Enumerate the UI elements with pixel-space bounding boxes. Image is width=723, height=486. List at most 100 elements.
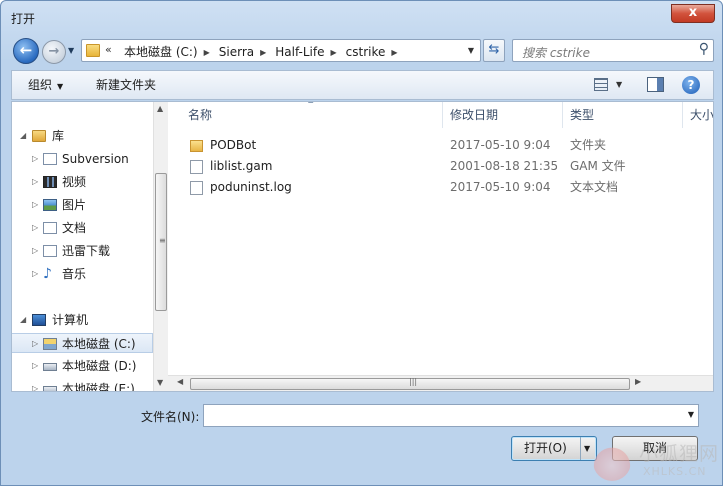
help-icon[interactable]: ?	[682, 76, 700, 94]
breadcrumb-item[interactable]: cstrike	[346, 45, 386, 59]
text-file-icon	[190, 181, 203, 195]
collapse-arrow-icon[interactable]: ▷	[32, 334, 38, 354]
view-options-icon[interactable]	[594, 78, 608, 91]
chevron-down-icon: ▼	[57, 82, 64, 91]
grip-icon: |||	[409, 377, 418, 386]
sidebar-item-label: 计算机	[52, 313, 89, 327]
sidebar-item-documents[interactable]: ▷ 文档	[12, 218, 153, 238]
drive-icon	[43, 386, 57, 391]
sort-ascending-icon: ▲	[308, 102, 313, 104]
sidebar-item-music[interactable]: ▷ ♪ 音乐	[12, 264, 153, 284]
collapse-arrow-icon[interactable]: ▷	[32, 172, 38, 192]
sidebar-item-computer[interactable]: ◢ 计算机	[12, 310, 153, 330]
sidebar-item-thunder-downloads[interactable]: ▷ 迅雷下载	[12, 241, 153, 261]
preview-pane-icon[interactable]	[647, 77, 664, 92]
column-divider[interactable]	[682, 102, 683, 128]
chevron-down-icon[interactable]: ▼	[584, 437, 590, 460]
folder-icon	[190, 140, 203, 152]
organize-button[interactable]: 组织 ▼	[20, 71, 71, 99]
horizontal-scrollbar[interactable]: ◀ ||| ▶	[168, 375, 713, 391]
file-row-podbot[interactable]: PODBot 2017-05-10 9:04 文件夹	[168, 135, 713, 156]
sidebar-item-drive-e[interactable]: ▷ 本地磁盘 (E:)	[12, 379, 153, 391]
chevron-down-icon[interactable]: ▼	[616, 80, 622, 89]
file-date: 2001-08-18 21:35	[450, 159, 559, 173]
sidebar-item-drive-c[interactable]: ▷ 本地磁盘 (C:)	[12, 333, 153, 353]
refresh-icon: ⇆	[488, 42, 500, 57]
collapse-arrow-icon[interactable]: ▷	[32, 264, 38, 284]
document-library-icon	[43, 153, 57, 165]
sidebar-item-pictures[interactable]: ▷ 图片	[12, 195, 153, 215]
address-bar[interactable]: « 本地磁盘 (C:) ▶ Sierra ▶ Half-Life ▶ cstrike ▶ ▼	[81, 39, 481, 62]
file-name: PODBot	[210, 138, 257, 152]
file-row-poduninst[interactable]: poduninst.log 2017-05-10 9:04 文本文档	[168, 177, 713, 198]
refresh-button[interactable]: ⇆	[483, 39, 505, 62]
title-bar[interactable]: 打开 x	[1, 1, 722, 31]
breadcrumb-overflow[interactable]: «	[105, 43, 112, 56]
search-input[interactable]: 搜索 cstrike ⚲	[512, 39, 714, 62]
collapse-arrow-icon[interactable]: ▷	[32, 195, 38, 215]
scroll-left-icon[interactable]: ◀	[177, 377, 183, 386]
document-icon	[43, 222, 57, 234]
chevron-down-icon[interactable]: ▼	[468, 46, 474, 55]
back-button[interactable]: ←	[13, 38, 39, 64]
sidebar-item-subversion[interactable]: ▷ Subversion	[12, 149, 153, 169]
scroll-down-icon[interactable]: ▼	[157, 378, 163, 387]
collapse-arrow-icon[interactable]: ▷	[32, 356, 38, 376]
chevron-right-icon[interactable]: ▶	[391, 48, 397, 57]
file-type: 文本文档	[570, 180, 619, 194]
drive-icon	[43, 363, 57, 371]
file-type: 文件夹	[570, 138, 607, 152]
column-header-date[interactable]: 修改日期	[450, 102, 498, 128]
file-row-liblist[interactable]: liblist.gam 2001-08-18 21:35 GAM 文件	[168, 156, 713, 177]
new-folder-button[interactable]: 新建文件夹	[96, 71, 156, 99]
browser-content: ◢ 库 ▷ Subversion ▷ 视频 ▷ 图片 ▷ 文档 ▷ 迅雷下载 ▷…	[11, 101, 714, 392]
forward-button[interactable]: →	[42, 40, 66, 64]
sidebar-item-label: 音乐	[62, 267, 87, 281]
watermark-domain: XHLKS.CN	[643, 465, 707, 478]
column-header-size[interactable]: 大小	[690, 102, 713, 128]
chevron-right-icon[interactable]: ▶	[331, 48, 337, 57]
breadcrumb-item[interactable]: 本地磁盘 (C:)	[124, 43, 198, 60]
sidebar-item-label: 迅雷下载	[62, 244, 111, 258]
new-folder-label: 新建文件夹	[96, 78, 157, 92]
sidebar-item-label: 本地磁盘 (D:)	[62, 359, 137, 373]
sidebar-item-libraries[interactable]: ◢ 库	[12, 126, 153, 146]
column-header-name[interactable]: 名称	[188, 102, 212, 128]
picture-icon	[43, 199, 57, 211]
collapse-arrow-icon[interactable]: ▷	[32, 149, 38, 169]
sidebar-item-drive-d[interactable]: ▷ 本地磁盘 (D:)	[12, 356, 153, 376]
column-header-type[interactable]: 类型	[570, 102, 594, 128]
collapse-arrow-icon[interactable]: ▷	[32, 218, 38, 238]
folder-icon	[86, 44, 100, 57]
recent-pages-dropdown-icon[interactable]: ▼	[68, 46, 74, 55]
scroll-right-icon[interactable]: ▶	[635, 377, 641, 386]
scroll-up-icon[interactable]: ▲	[157, 104, 163, 113]
open-button[interactable]: 打开(O) ▼	[511, 436, 597, 461]
scrollbar-thumb[interactable]: ≡	[155, 173, 167, 311]
navigation-scrollbar[interactable]: ▲ ≡ ▼	[153, 102, 168, 391]
chevron-right-icon[interactable]: ▶	[260, 48, 266, 57]
scrollbar-thumb[interactable]: |||	[190, 377, 630, 390]
window-title: 打开	[11, 12, 36, 26]
close-button[interactable]: x	[671, 4, 715, 23]
sidebar-item-label: 本地磁盘 (E:)	[62, 382, 135, 391]
breadcrumb-item[interactable]: Half-Life	[275, 45, 324, 59]
column-divider[interactable]	[562, 102, 563, 128]
collapse-arrow-icon[interactable]: ▷	[32, 379, 38, 391]
filename-field[interactable]: ▼	[203, 404, 699, 427]
search-icon[interactable]: ⚲	[699, 41, 709, 57]
sidebar-item-label: 图片	[62, 198, 87, 212]
breadcrumb-item[interactable]: Sierra	[219, 45, 254, 59]
open-file-dialog: 打开 x ← → ▼ « 本地磁盘 (C:) ▶ Sierra ▶ Half-Life ▶…	[0, 0, 723, 486]
open-button-label: 打开(O)	[524, 441, 567, 455]
chevron-down-icon[interactable]: ▼	[688, 410, 694, 419]
collapse-arrow-icon[interactable]: ▷	[32, 241, 38, 261]
breadcrumb: 本地磁盘 (C:) ▶ Sierra ▶ Half-Life ▶ cstrike ▶	[124, 43, 407, 60]
file-name: poduninst.log	[210, 180, 292, 194]
column-divider[interactable]	[442, 102, 443, 128]
sidebar-item-videos[interactable]: ▷ 视频	[12, 172, 153, 192]
chevron-right-icon[interactable]: ▶	[204, 48, 210, 57]
expand-arrow-icon[interactable]: ◢	[20, 126, 26, 146]
file-type: GAM 文件	[570, 159, 626, 173]
expand-arrow-icon[interactable]: ◢	[20, 310, 26, 330]
